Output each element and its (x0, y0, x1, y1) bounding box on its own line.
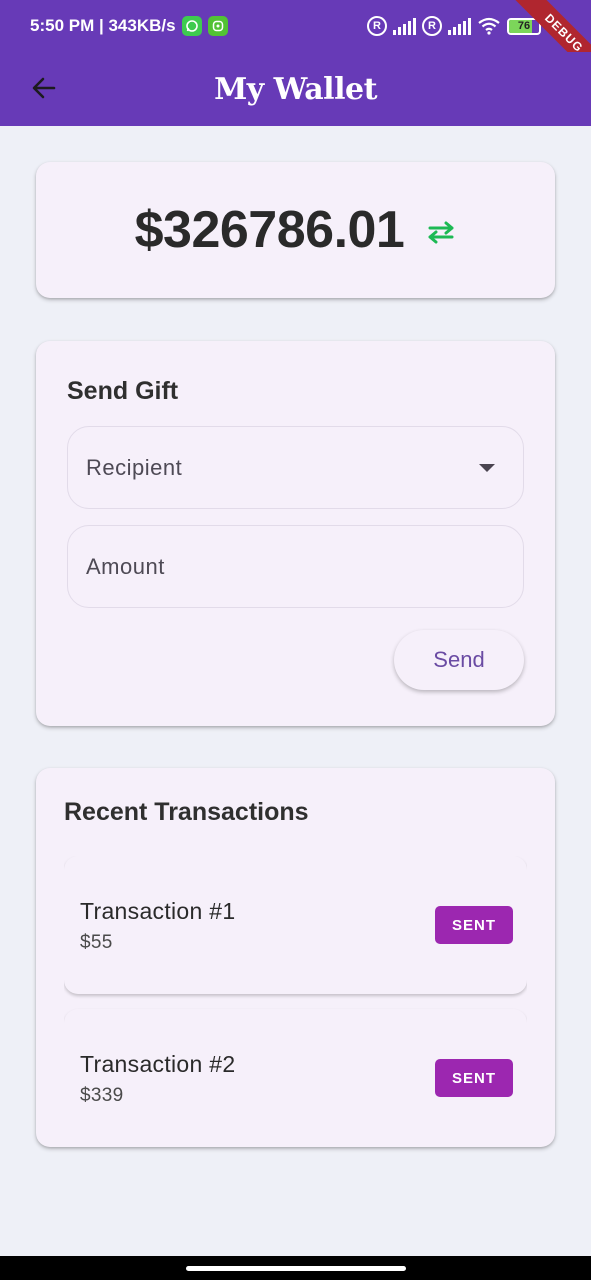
transaction-item[interactable]: Transaction #2 $339 SENT (64, 1009, 527, 1119)
status-right: R R 76 (367, 16, 541, 36)
registered-icon-2: R (422, 16, 442, 36)
page-title: My Wallet (214, 71, 377, 107)
swap-arrows-icon[interactable] (426, 217, 456, 247)
navigation-bar (0, 1256, 591, 1280)
transaction-title: Transaction #1 (80, 898, 236, 924)
amount-placeholder: Amount (86, 553, 165, 579)
send-button[interactable]: Send (394, 630, 524, 690)
transaction-item[interactable]: Transaction #1 $55 SENT (64, 856, 527, 994)
arrow-left-icon (32, 77, 56, 99)
balance-card: $326786.01 (36, 162, 555, 298)
recipient-dropdown[interactable]: Recipient (67, 426, 524, 509)
amount-input[interactable]: Amount (67, 525, 524, 608)
app-notification-icon (207, 16, 228, 36)
status-time-speed: 5:50 PM | 343KB/s (30, 16, 176, 35)
transaction-amount: $55 (80, 932, 113, 953)
transaction-title: Transaction #2 (80, 1051, 236, 1077)
send-gift-card: Send Gift Recipient Amount Send (36, 341, 555, 726)
recent-transactions-heading: Recent Transactions (64, 798, 309, 826)
signal-icon (393, 17, 416, 35)
battery-level: 76 (517, 20, 531, 32)
transactions-list[interactable]: Transaction #1 $55 SENT Transaction #2 $… (64, 856, 527, 1119)
back-button[interactable] (22, 66, 66, 110)
status-badge: SENT (435, 1059, 513, 1097)
transaction-amount: $339 (80, 1085, 124, 1106)
status-left: 5:50 PM | 343KB/s (30, 16, 228, 36)
status-bar: 5:50 PM | 343KB/s R R 76 DEBUG (0, 0, 591, 52)
app-bar: My Wallet (0, 52, 591, 126)
balance-amount: $326786.01 (134, 201, 405, 259)
whatsapp-icon (181, 16, 202, 36)
wifi-icon (478, 17, 500, 35)
dropdown-caret-icon (479, 463, 495, 472)
status-badge: SENT (435, 906, 513, 944)
recipient-placeholder: Recipient (86, 454, 183, 480)
registered-icon: R (367, 16, 387, 36)
send-gift-heading: Send Gift (67, 377, 179, 405)
recent-transactions-card: Recent Transactions Transaction #1 $55 S… (36, 768, 555, 1147)
signal-icon-2 (448, 17, 471, 35)
home-indicator[interactable] (186, 1266, 406, 1271)
